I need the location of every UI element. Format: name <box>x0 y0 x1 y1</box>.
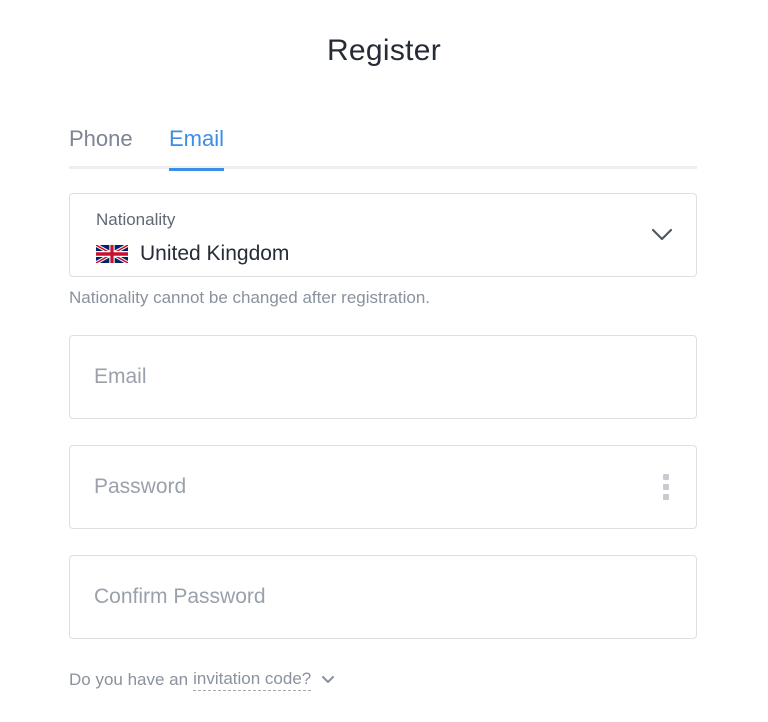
page-title: Register <box>326 34 442 67</box>
password-field[interactable] <box>69 445 697 529</box>
tab-phone[interactable]: Phone <box>69 126 133 166</box>
register-method-tabs: Phone Email <box>69 118 697 171</box>
password-input[interactable] <box>94 446 654 528</box>
tab-email[interactable]: Email <box>169 126 225 171</box>
email-field[interactable] <box>69 335 697 419</box>
nationality-label: Nationality <box>96 210 176 229</box>
confirm-password-field[interactable] <box>69 555 697 639</box>
nationality-value: United Kingdom <box>96 242 289 266</box>
vertical-dots-icon[interactable] <box>662 474 670 500</box>
invitation-code-toggle: Do you have an invitation code? <box>69 669 335 691</box>
invitation-prefix: Do you have an <box>69 670 189 689</box>
register-page: Register Phone Email Nationality United … <box>0 0 768 722</box>
email-input[interactable] <box>94 336 654 418</box>
nationality-hint: Nationality cannot be changed after regi… <box>69 288 431 307</box>
uk-flag-icon <box>96 245 128 263</box>
chevron-down-icon[interactable] <box>321 674 335 686</box>
chevron-down-icon[interactable] <box>650 224 674 244</box>
confirm-password-input[interactable] <box>94 556 654 638</box>
nationality-value-text: United Kingdom <box>140 242 290 265</box>
nationality-select[interactable]: Nationality United Kingdom <box>69 193 697 277</box>
invitation-code-link[interactable]: invitation code? <box>193 669 312 691</box>
